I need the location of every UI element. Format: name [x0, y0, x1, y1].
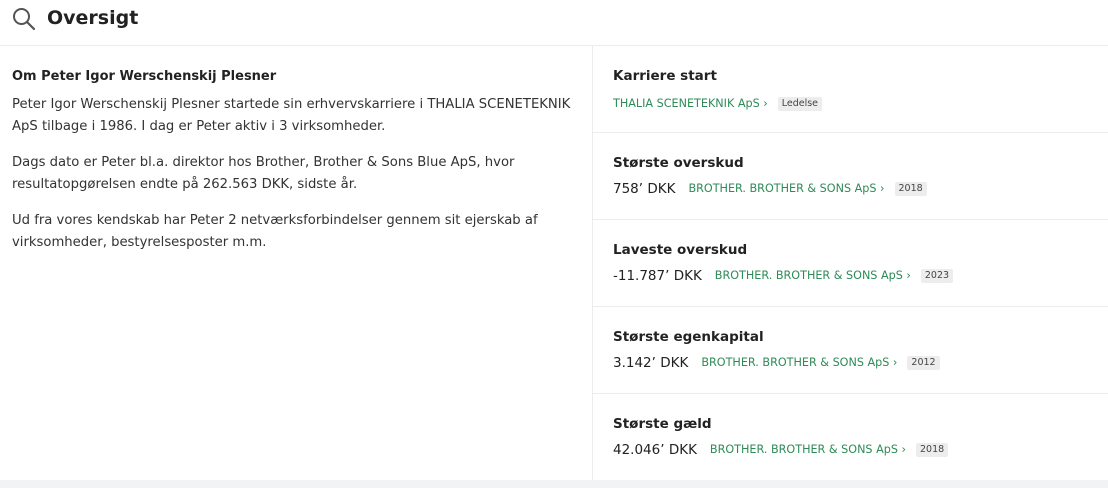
- company-link[interactable]: BROTHER. BROTHER & SONS ApS ›: [715, 266, 911, 286]
- about-paragraph: Dags dato er Peter bl.a. direktor hos Br…: [12, 155, 515, 192]
- stat-value: 3.142’ DKK: [613, 355, 689, 371]
- company-link[interactable]: BROTHER. BROTHER & SONS ApS ›: [688, 179, 884, 199]
- year-badge: 2012: [907, 356, 940, 370]
- stat-label: Laveste overskud: [613, 242, 748, 258]
- stat-label: Største overskud: [613, 155, 744, 171]
- page-title: Oversigt: [47, 7, 139, 29]
- about-heading: Om Peter Igor Werschenskij Plesner: [12, 69, 277, 84]
- stat-card-career-start: Karriere start THALIA SCENETEKNIK ApS › …: [593, 46, 1108, 133]
- company-link[interactable]: BROTHER. BROTHER & SONS ApS ›: [701, 353, 897, 373]
- year-badge: 2018: [915, 443, 949, 457]
- company-link[interactable]: THALIA SCENETEKNIK ApS ›: [613, 94, 768, 114]
- stat-value: -11.787’ DKK: [613, 268, 702, 284]
- about-paragraph: Peter Igor Werschenskij Plesner startede…: [12, 97, 571, 134]
- stat-card-largest-profit: Største overskud 758’ DKK BROTHER. BROTH…: [593, 133, 1108, 220]
- stat-label: Største egenkapital: [613, 329, 764, 345]
- stat-card-lowest-profit: Laveste overskud -11.787’ DKK BROTHER. B…: [593, 220, 1108, 307]
- year-badge: 2018: [894, 182, 927, 196]
- search-icon[interactable]: [11, 6, 37, 32]
- stat-value: 42.046’ DKK: [613, 442, 697, 458]
- stat-value: 758’ DKK: [613, 181, 676, 197]
- stat-label: Karriere start: [613, 68, 717, 84]
- about-paragraph: Ud fra vores kendskab har Peter 2 netvær…: [12, 213, 538, 250]
- stats-panel: Karriere start THALIA SCENETEKNIK ApS › …: [593, 46, 1108, 480]
- stat-card-largest-equity: Største egenkapital 3.142’ DKK BROTHER. …: [593, 307, 1108, 394]
- company-link[interactable]: BROTHER. BROTHER & SONS ApS ›: [710, 440, 906, 460]
- year-badge: 2023: [920, 269, 954, 283]
- stat-card-largest-debt: Største gæld 42.046’ DKK BROTHER. BROTHE…: [593, 394, 1108, 481]
- about-section: Om Peter Igor Werschenskij Plesner Peter…: [0, 46, 593, 480]
- page-header: Oversigt: [0, 0, 1108, 46]
- stat-label: Største gæld: [613, 416, 712, 432]
- footer-strip: [0, 480, 1108, 488]
- role-badge: Ledelse: [777, 97, 823, 111]
